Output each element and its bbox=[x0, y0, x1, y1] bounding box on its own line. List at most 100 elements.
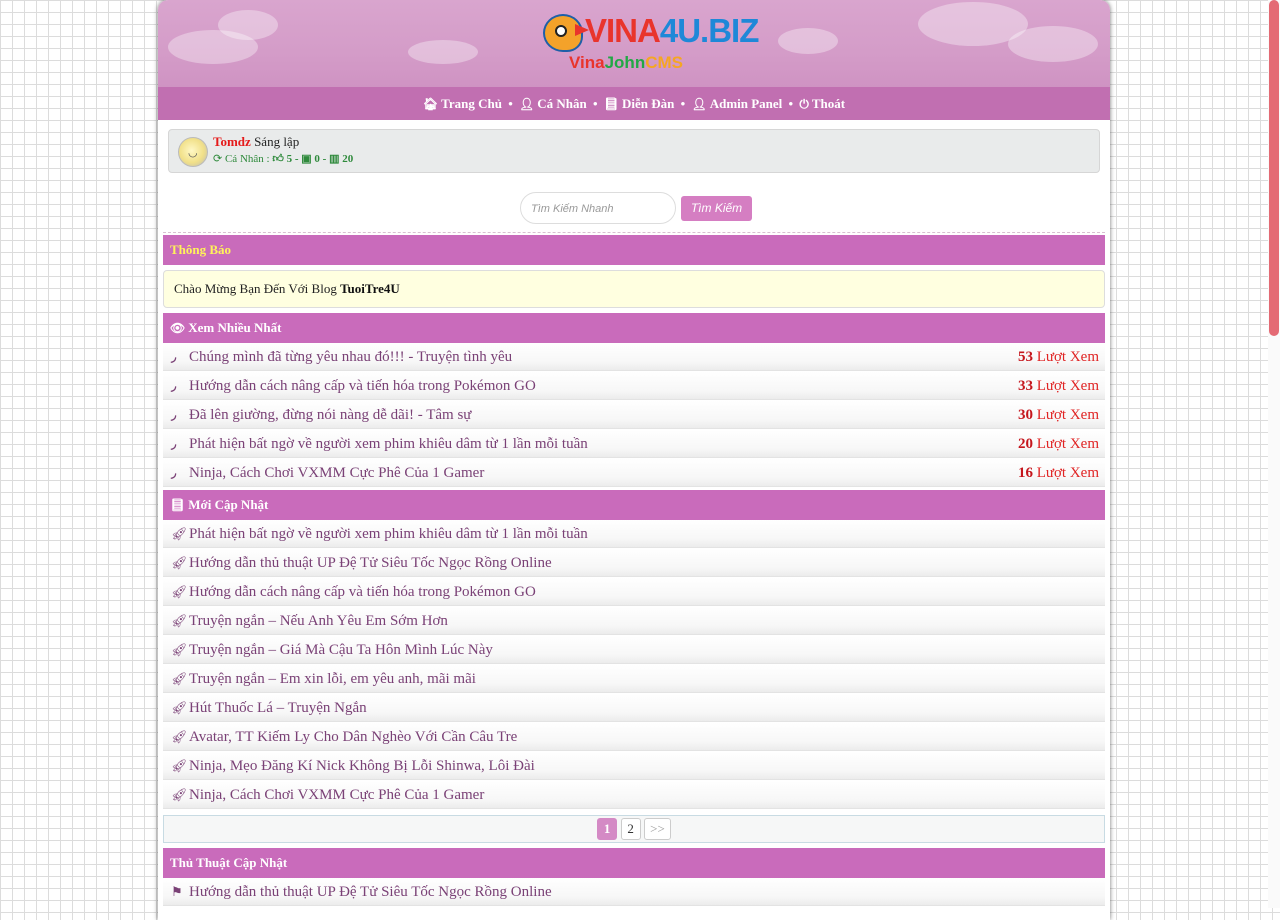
rocket-icon: 🚀︎ bbox=[171, 671, 188, 686]
list-item[interactable]: ◞ Chúng mình đã từng yêu nhau đó!!! - Tru… bbox=[163, 343, 1105, 371]
list-item-link[interactable]: Phát hiện bất ngờ về người xem phim khiê… bbox=[189, 520, 588, 548]
list-item[interactable]: 🚀︎ Avatar, TT Kiếm Ly Cho Dân Nghèo Với C… bbox=[163, 723, 1105, 751]
list-item[interactable]: 🚀︎ Hướng dẫn cách nâng cấp và tiến hóa tr… bbox=[163, 578, 1105, 606]
list-item[interactable]: ◞ Ninja, Cách Chơi VXMM Cực Phê Của 1 Gam… bbox=[163, 459, 1105, 487]
list-item-link[interactable]: Truyện ngắn – Giá Mà Cậu Ta Hôn Mình Lúc… bbox=[189, 636, 493, 664]
view-count: 20 Lượt Xem bbox=[1017, 436, 1099, 452]
list-item[interactable]: 🚀︎ Hút Thuốc Lá – Truyện Ngắn bbox=[163, 694, 1105, 722]
nav-separator: • bbox=[680, 96, 686, 111]
rocket-icon: 🚀︎ bbox=[171, 787, 188, 802]
logo-subtitle: VinaJohnCMS bbox=[569, 53, 683, 72]
rocket-icon: 🚀︎ bbox=[171, 526, 188, 541]
page-scrollbar[interactable] bbox=[1268, 0, 1280, 908]
rocket-icon: 🚀︎ bbox=[171, 700, 188, 715]
rocket-icon: 🚀︎ bbox=[171, 729, 188, 744]
flag-icon: ⚑ bbox=[171, 884, 183, 899]
list-item-link[interactable]: Truyện ngắn – Nếu Anh Yêu Em Sớm Hơn bbox=[189, 607, 448, 635]
list-item[interactable]: 🚀︎ Ninja, Mẹo Đăng Kí Nick Không Bị Lỗi S… bbox=[163, 752, 1105, 780]
page-1-button[interactable]: 1 bbox=[597, 818, 618, 840]
nav-separator: • bbox=[592, 96, 598, 111]
list-item-link[interactable]: Đã lên giường, đừng nói nàng dễ dãi! - T… bbox=[189, 401, 471, 429]
book-icon: 📘︎ bbox=[170, 498, 186, 512]
list-item-link[interactable]: Hướng dẫn thủ thuật UP Đệ Tử Siêu Tốc Ng… bbox=[189, 549, 552, 577]
eye-icon: 👁︎ bbox=[170, 321, 186, 335]
rocket-icon: 🚀︎ bbox=[171, 555, 188, 570]
rss-icon: ◞ bbox=[171, 407, 177, 422]
site-header: VINA4U.BIZ VinaJohnCMS bbox=[158, 0, 1110, 87]
list-item-link[interactable]: Ninja, Mẹo Đăng Kí Nick Không Bị Lỗi Shi… bbox=[189, 752, 535, 780]
view-count: 16 Lượt Xem bbox=[1017, 465, 1099, 481]
tips-title: Thủ Thuật Cập Nhật bbox=[170, 855, 288, 870]
stat-separator: - bbox=[294, 153, 299, 165]
notice-title: Thông Báo bbox=[170, 242, 232, 257]
rocket-icon: 🚀︎ bbox=[171, 613, 188, 628]
list-item[interactable]: ⚑ Hướng dẫn thủ thuật UP Đệ Tử Siêu Tốc N… bbox=[163, 878, 1105, 906]
posts-count: 20 bbox=[342, 153, 354, 165]
home-icon: 🏠︎ bbox=[422, 97, 439, 111]
book-icon: 📘︎ bbox=[603, 97, 620, 111]
next-page-button[interactable]: >> bbox=[644, 818, 671, 840]
rocket-icon: 🚀︎ bbox=[171, 642, 188, 657]
list-item[interactable]: 🚀︎ Phát hiện bất ngờ về người xem phim kh… bbox=[163, 520, 1105, 548]
nav-forum-link[interactable]: 📘︎ Diễn Đàn bbox=[604, 96, 675, 111]
username-link[interactable]: Tomdz bbox=[213, 134, 251, 149]
list-item[interactable]: 🚀︎ Ninja, Cách Chơi VXMM Cực Phê Của 1 Ga… bbox=[163, 781, 1105, 809]
rss-icon: ◞ bbox=[171, 436, 177, 451]
power-icon: ⏻ bbox=[799, 97, 809, 111]
main-container: VINA4U.BIZ VinaJohnCMS 🏠︎ Trang Chủ • 👤︎ C… bbox=[158, 0, 1110, 920]
refresh-icon: ⟳ bbox=[213, 153, 223, 165]
pagination: 1 2 >> bbox=[163, 815, 1105, 843]
list-item[interactable]: ◞ Phát hiện bất ngờ về người xem phim khi… bbox=[163, 430, 1105, 458]
list-item-link[interactable]: Ninja, Cách Chơi VXMM Cực Phê Của 1 Game… bbox=[189, 459, 484, 487]
site-logo[interactable]: VINA4U.BIZ VinaJohnCMS bbox=[543, 10, 759, 76]
user-info-box: Tomdz Sáng lập ⟳ Cá Nhân : 👍︎ 5 - ▣ 0 - … bbox=[168, 129, 1100, 173]
list-item-link[interactable]: Hướng dẫn cách nâng cấp và tiến hóa tron… bbox=[189, 578, 536, 606]
user-role: Sáng lập bbox=[254, 134, 300, 149]
list-item-link[interactable]: Ninja, Cách Chơi VXMM Cực Phê Của 1 Game… bbox=[189, 781, 484, 809]
likes-count: 5 bbox=[286, 153, 293, 165]
tips-header: Thủ Thuật Cập Nhật bbox=[163, 848, 1105, 878]
search-button[interactable]: Tìm Kiếm bbox=[681, 196, 752, 221]
rocket-icon: 🚀︎ bbox=[171, 758, 188, 773]
nav-admin-link[interactable]: 👤︎ Admin Panel bbox=[691, 96, 782, 111]
list-item-link[interactable]: Phát hiện bất ngờ về người xem phim khiê… bbox=[189, 430, 588, 458]
personal-label[interactable]: Cá Nhân : bbox=[225, 153, 270, 165]
blog-name: TuoiTre4U bbox=[340, 281, 400, 296]
list-item[interactable]: 🚀︎ Truyện ngắn – Giá Mà Cậu Ta Hôn Mình L… bbox=[163, 636, 1105, 664]
rocket-icon: 🚀︎ bbox=[171, 584, 188, 599]
list-item[interactable]: 🚀︎ Truyện ngắn – Em xin lỗi, em yêu anh, … bbox=[163, 665, 1105, 693]
scrollbar-thumb[interactable] bbox=[1269, 0, 1279, 336]
divider bbox=[163, 232, 1105, 233]
avatar[interactable] bbox=[178, 137, 208, 167]
nav-profile-link[interactable]: 👤︎ Cá Nhân bbox=[519, 96, 587, 111]
nav-home-link[interactable]: 🏠︎ Trang Chủ bbox=[423, 96, 502, 111]
welcome-message: Chào Mừng Bạn Đến Với Blog TuoiTre4U bbox=[163, 270, 1105, 308]
user-icon: 👤︎ bbox=[519, 97, 535, 111]
list-item[interactable]: 🚀︎ Truyện ngắn – Nếu Anh Yêu Em Sớm Hơn bbox=[163, 607, 1105, 635]
rss-icon: ◞ bbox=[171, 465, 177, 480]
welcome-text: Chào Mừng Bạn Đến Với Blog bbox=[174, 281, 337, 296]
page-2-button[interactable]: 2 bbox=[620, 818, 641, 840]
view-count: 53 Lượt Xem bbox=[1017, 349, 1099, 365]
messages-count: 0 bbox=[314, 153, 320, 165]
main-nav: 🏠︎ Trang Chủ • 👤︎ Cá Nhân • 📘︎ Diễn Đàn • 👤… bbox=[158, 87, 1110, 120]
list-item[interactable]: ◞ Đã lên giường, đừng nói nàng dễ dãi! - … bbox=[163, 401, 1105, 429]
list-item-link[interactable]: Chúng mình đã từng yêu nhau đó!!! - Truy… bbox=[189, 343, 512, 371]
nav-separator: • bbox=[508, 96, 513, 111]
list-item-link[interactable]: Hướng dẫn thủ thuật UP Đệ Tử Siêu Tốc Ng… bbox=[189, 878, 552, 906]
list-item[interactable]: 🚀︎ Hướng dẫn thủ thuật UP Đệ Tử Siêu Tốc … bbox=[163, 549, 1105, 577]
search-input[interactable]: Tìm Kiếm Nhanh bbox=[520, 192, 676, 224]
user-stats: ⟳ Cá Nhân : 👍︎ 5 - ▣ 0 - ▥ 20 bbox=[213, 152, 353, 165]
list-item[interactable]: ◞ Hướng dẫn cách nâng cấp và tiến hóa tro… bbox=[163, 372, 1105, 400]
nav-logout-link[interactable]: ⏻ Thoát bbox=[799, 96, 845, 111]
bar-chart-icon: ▥ bbox=[329, 153, 340, 165]
stat-separator: - bbox=[322, 153, 327, 165]
message-icon: ▣ bbox=[301, 153, 312, 165]
list-item-link[interactable]: Hướng dẫn cách nâng cấp và tiến hóa tron… bbox=[189, 372, 536, 400]
thumbs-up-icon: 👍︎ bbox=[272, 153, 284, 165]
list-item-link[interactable]: Truyện ngắn – Em xin lỗi, em yêu anh, mã… bbox=[189, 665, 476, 693]
notice-header: Thông Báo bbox=[163, 235, 1105, 265]
list-item-link[interactable]: Avatar, TT Kiếm Ly Cho Dân Nghèo Với Cần… bbox=[189, 723, 517, 751]
view-count: 30 Lượt Xem bbox=[1017, 407, 1099, 423]
list-item-link[interactable]: Hút Thuốc Lá – Truyện Ngắn bbox=[189, 694, 367, 722]
